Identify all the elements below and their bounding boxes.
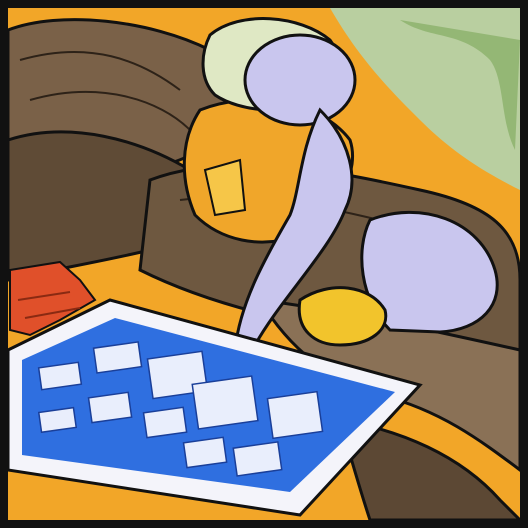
gloved-hand-icon <box>297 286 388 347</box>
worker-head <box>243 33 357 127</box>
illustration-frame <box>0 0 528 528</box>
illustration-canvas <box>0 0 528 528</box>
